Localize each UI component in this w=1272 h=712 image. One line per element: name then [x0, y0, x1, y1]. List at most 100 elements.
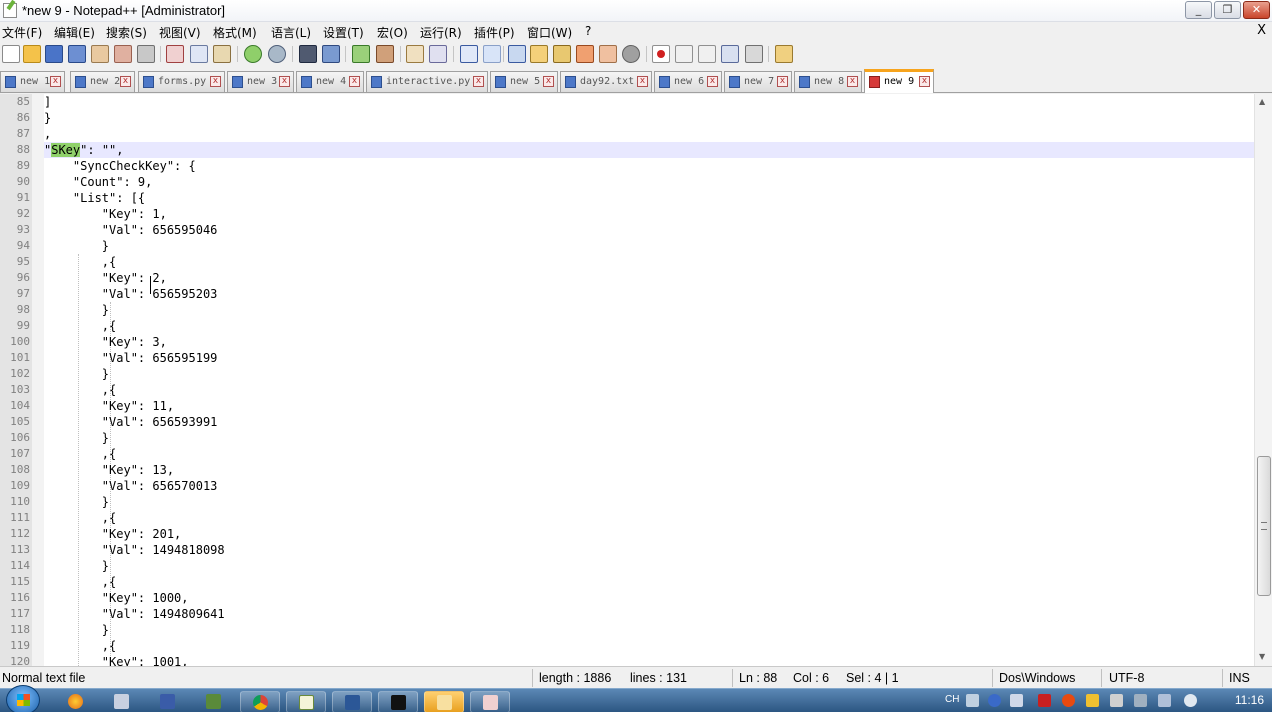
close-document-button[interactable]: X [1257, 23, 1266, 38]
code-line[interactable]: "Val": 656570013 [44, 478, 1254, 494]
code-line[interactable]: ,{ [44, 574, 1254, 590]
tab-close-icon[interactable]: x [777, 76, 788, 87]
code-line[interactable]: "List": [{ [44, 190, 1254, 206]
vertical-scrollbar[interactable]: ▲ ▼ [1254, 94, 1272, 666]
code-line[interactable]: ,{ [44, 446, 1254, 462]
tab-close-icon[interactable]: x [707, 76, 718, 87]
code-line[interactable]: "Val": 656593991 [44, 414, 1254, 430]
copy-icon[interactable] [190, 45, 208, 63]
code-line[interactable]: "Key": 201, [44, 526, 1254, 542]
tab-new-4[interactable]: new 4 x [296, 71, 364, 92]
close-all-icon[interactable] [114, 45, 132, 63]
scrollbar-thumb[interactable] [1257, 456, 1271, 596]
code-area[interactable]: ]}, "SKey": "", "SyncCheckKey": { "Count"… [44, 94, 1254, 666]
taskbar-network[interactable] [194, 691, 234, 712]
code-line[interactable]: ] [44, 94, 1254, 110]
scroll-up-icon[interactable]: ▲ [1259, 97, 1265, 106]
menu-language[interactable]: 语言(L) [271, 24, 311, 41]
code-line[interactable]: "Val": 1494818098 [44, 542, 1254, 558]
code-line[interactable]: } [44, 622, 1254, 638]
minimize-button[interactable]: _ [1185, 1, 1212, 19]
menu-file[interactable]: 文件(F) [2, 24, 42, 41]
code-line[interactable]: } [44, 430, 1254, 446]
code-line[interactable]: } [44, 494, 1254, 510]
function-list-icon[interactable] [576, 45, 594, 63]
scroll-down-icon[interactable]: ▼ [1259, 652, 1265, 661]
tab-new-1[interactable]: new 1 x [0, 71, 65, 92]
code-line[interactable]: ,{ [44, 510, 1254, 526]
keyboard-icon[interactable] [966, 694, 979, 707]
tab-close-icon[interactable]: x [847, 76, 858, 87]
code-line[interactable]: } [44, 366, 1254, 382]
code-line[interactable]: "Val": 656595203 [44, 286, 1254, 302]
playback-macro-icon[interactable] [698, 45, 716, 63]
code-line[interactable]: "Key": 1, [44, 206, 1254, 222]
run-macro-multiple-icon[interactable] [721, 45, 739, 63]
taskbar-firefox[interactable] [56, 691, 96, 712]
tab-new-3[interactable]: new 3 x [227, 71, 294, 92]
taskbar-chrome[interactable] [240, 691, 280, 712]
taskbar-paint[interactable] [470, 691, 510, 712]
tab-new-7[interactable]: new 7 x [724, 71, 792, 92]
zoom-in-icon[interactable] [352, 45, 370, 63]
menu-macro[interactable]: 宏(O) [377, 24, 408, 41]
replace-icon[interactable] [322, 45, 340, 63]
maximize-button[interactable]: ❐ [1214, 1, 1241, 19]
editor[interactable]: 85 86 87 88 89 90 91 92 93 94 95 96 97 98 99 100 101 102 1… [0, 94, 1272, 666]
zoom-out-icon[interactable] [376, 45, 394, 63]
code-line[interactable]: } [44, 238, 1254, 254]
code-line[interactable]: "SKey": "", [44, 142, 1254, 158]
redo-icon[interactable] [268, 45, 286, 63]
taskbar-folder[interactable] [424, 691, 464, 712]
close-button[interactable]: ✕ [1243, 1, 1270, 19]
indent-guide-icon[interactable] [508, 45, 526, 63]
display-icon[interactable] [1134, 694, 1147, 707]
tab-close-icon[interactable]: x [637, 76, 648, 87]
show-all-chars-icon[interactable] [483, 45, 501, 63]
code-line[interactable]: ,{ [44, 318, 1254, 334]
code-line[interactable]: "Key": 3, [44, 334, 1254, 350]
code-line[interactable]: "Val": 1494809641 [44, 606, 1254, 622]
code-line[interactable]: ,{ [44, 254, 1254, 270]
code-line[interactable]: ,{ [44, 638, 1254, 654]
doc-map-icon[interactable] [553, 45, 571, 63]
tab-close-icon[interactable]: x [210, 76, 221, 87]
open-file-icon[interactable] [23, 45, 41, 63]
tab-close-icon[interactable]: x [349, 76, 360, 87]
menu-window[interactable]: 窗口(W) [527, 24, 572, 41]
code-line[interactable]: ,{ [44, 382, 1254, 398]
help-icon[interactable] [988, 694, 1001, 707]
tab-new-8[interactable]: new 8 x [794, 71, 862, 92]
user-defined-language-icon[interactable] [530, 45, 548, 63]
tab-close-icon[interactable]: x [473, 76, 484, 87]
word-wrap-icon[interactable] [460, 45, 478, 63]
stop-recording-icon[interactable] [675, 45, 693, 63]
tab-new-2[interactable]: new 2 x [70, 71, 135, 92]
taskbar-tool[interactable] [102, 691, 142, 712]
tab-new-9[interactable]: new 9 x [864, 69, 934, 93]
tab-day92-txt[interactable]: day92.txt x [560, 71, 652, 92]
security-icon[interactable] [1062, 694, 1075, 707]
tab-forms-py[interactable]: forms.py x [138, 71, 225, 92]
menu-settings[interactable]: 设置(T) [323, 24, 364, 41]
code-line[interactable]: "Key": 1001, [44, 654, 1254, 666]
tab-new-5[interactable]: new 5 x [490, 71, 558, 92]
encoding[interactable]: UTF-8 [1109, 671, 1144, 685]
undo-icon[interactable] [244, 45, 262, 63]
code-line[interactable]: } [44, 558, 1254, 574]
tab-close-icon[interactable]: x [279, 76, 290, 87]
print-icon[interactable] [137, 45, 155, 63]
menu-edit[interactable]: 编辑(E) [54, 24, 95, 41]
sync-vertical-icon[interactable] [406, 45, 424, 63]
tab-close-icon[interactable]: x [919, 76, 930, 87]
tab-interactive-py[interactable]: interactive.py x [366, 71, 488, 92]
taskbar-word[interactable] [332, 691, 372, 712]
plugin-icon[interactable] [775, 45, 793, 63]
code-line[interactable]: "Key": 11, [44, 398, 1254, 414]
code-line[interactable]: } [44, 110, 1254, 126]
code-line[interactable]: , [44, 126, 1254, 142]
tab-close-icon[interactable]: x [50, 76, 61, 87]
monitoring-icon[interactable] [622, 45, 640, 63]
code-line[interactable]: "Count": 9, [44, 174, 1254, 190]
sync-horizontal-icon[interactable] [429, 45, 447, 63]
